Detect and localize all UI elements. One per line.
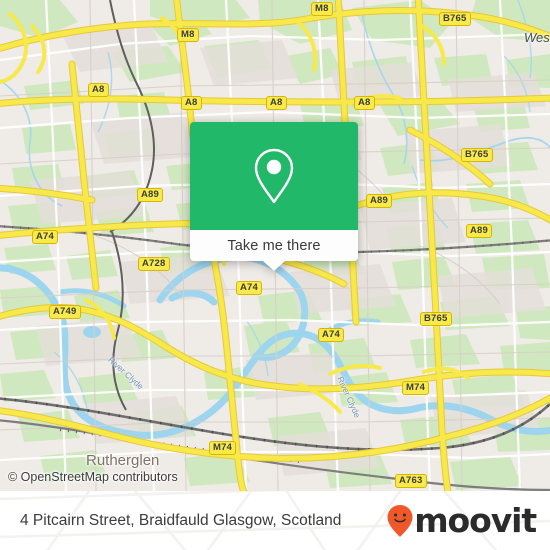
- road-shield: M74: [209, 441, 237, 455]
- road-shield: B765: [420, 312, 452, 326]
- moovit-logo[interactable]: moovit: [386, 491, 537, 550]
- moovit-map-screenshot: M8 M8 B765 A8 A8 A8 A8 B765 A89 A89 A89 A74 A728 A74 A…: [0, 0, 550, 550]
- road-shield: A74: [318, 328, 345, 342]
- footer-bar: 4 Pitcairn Street, Braidfauld Glasgow, S…: [0, 491, 550, 550]
- take-me-there-callout[interactable]: Take me there: [190, 122, 358, 271]
- take-me-there-label: Take me there: [227, 237, 321, 254]
- road-shield: A74: [236, 281, 263, 295]
- moovit-pin-icon: [387, 504, 413, 537]
- road-shield: A89: [466, 224, 493, 238]
- road-shield: A728: [138, 257, 170, 271]
- map-label-place: Rutherglen: [86, 452, 160, 469]
- road-shield: A763: [395, 474, 427, 488]
- road-shield: M8: [311, 2, 333, 16]
- callout-action-bar[interactable]: Take me there: [190, 230, 358, 271]
- map-label-edge: West: [524, 30, 550, 45]
- address-text: 4 Pitcairn Street, Braidfauld Glasgow, S…: [20, 511, 342, 529]
- road-shield: A8: [88, 83, 109, 97]
- road-shield: A89: [366, 194, 393, 208]
- road-shield: B765: [461, 148, 493, 162]
- road-shield: A8: [266, 96, 287, 110]
- road-shield: M8: [177, 28, 199, 42]
- pond: [83, 326, 101, 338]
- road-shield: A89: [137, 188, 164, 202]
- callout-pointer: [263, 261, 285, 271]
- road-shield: M74: [402, 381, 430, 395]
- moovit-wordmark: moovit: [414, 500, 537, 540]
- osm-attribution: © OpenStreetMap contributors: [8, 470, 178, 484]
- road-shield: A74: [32, 230, 59, 244]
- road-shield: A8: [354, 96, 375, 110]
- road-shield: A8: [181, 96, 202, 110]
- map-pin-icon: [251, 146, 297, 206]
- road-shield: B765: [439, 12, 471, 26]
- callout-hero: [190, 122, 358, 230]
- road-shield: A749: [49, 305, 81, 319]
